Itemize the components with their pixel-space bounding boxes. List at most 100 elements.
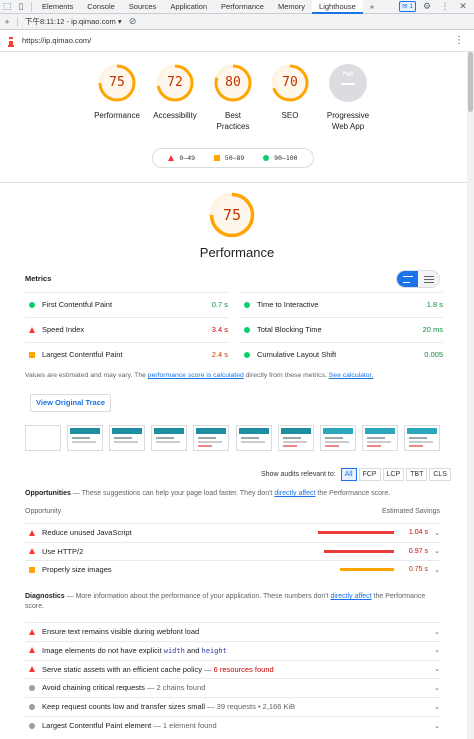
filmstrip-frame xyxy=(193,425,230,451)
tab-console[interactable]: Console xyxy=(80,0,122,14)
filter-chip-fcp[interactable]: FCP xyxy=(358,468,381,481)
gauge-label: SEO xyxy=(281,111,299,120)
gauge-pwa[interactable]: PWA Progressive Web App xyxy=(318,64,378,132)
metrics-note-prefix: Values are estimated and may vary. The xyxy=(25,372,148,379)
chevron-down-icon[interactable]: ⌄ xyxy=(428,703,440,711)
gear-icon[interactable]: ⚙ xyxy=(420,0,434,14)
opportunities-desc-end: the Performance score. xyxy=(315,490,391,497)
diagnostic-row[interactable]: Largest Contentful Paint element — 1 ele… xyxy=(25,716,440,734)
diagnostic-detail: 1 element found xyxy=(162,721,217,730)
clear-icon[interactable]: ⊘ xyxy=(126,15,140,29)
opportunity-row[interactable]: Reduce unused JavaScript 1.04 s ⌄ xyxy=(25,523,440,541)
diagnostic-title: Largest Contentful Paint element — 1 ele… xyxy=(39,721,428,730)
tab-lighthouse[interactable]: Lighthouse xyxy=(312,0,363,14)
status-indicator xyxy=(25,326,39,333)
opportunity-row[interactable]: Use HTTP/2 0.97 s ⌄ xyxy=(25,541,440,560)
gauge-seo[interactable]: 70 SEO xyxy=(260,64,320,121)
scrollbar[interactable] xyxy=(467,52,474,739)
chevron-down-icon[interactable]: ⌄ xyxy=(428,566,440,574)
metric-value: 0.005 xyxy=(424,350,443,359)
pass-circle-icon xyxy=(244,301,250,308)
device-toggle-icon[interactable]: ▯ xyxy=(14,0,28,14)
opportunities-columns: Opportunity Estimated Savings xyxy=(25,508,440,515)
diagnostic-title: Ensure text remains visible during webfo… xyxy=(39,627,428,636)
filmstrip-frame xyxy=(235,425,272,451)
kebab-menu-icon[interactable]: ⋮ xyxy=(438,0,452,14)
diagnostic-title-text: Largest Contentful Paint element xyxy=(42,721,152,730)
status-indicator xyxy=(25,703,39,710)
diagnostic-row[interactable]: Image elements do not have explicit widt… xyxy=(25,640,440,659)
score-calculated-link[interactable]: performance score is calculated xyxy=(148,372,244,379)
compact-view-button[interactable] xyxy=(397,271,418,287)
filter-chip-lcp[interactable]: LCP xyxy=(382,468,405,481)
diagnostic-row[interactable]: Keep request counts low and transfer siz… xyxy=(25,697,440,715)
filter-chip-tbt[interactable]: TBT xyxy=(406,468,428,481)
chevron-down-icon[interactable]: ⌄ xyxy=(428,547,440,555)
toolbar-divider xyxy=(17,16,18,27)
chevron-down-icon[interactable]: ⌄ xyxy=(428,628,440,636)
pwa-badge-text: PWA xyxy=(342,71,354,78)
chevron-down-icon[interactable]: ⌄ xyxy=(428,646,440,654)
chevron-down-icon[interactable]: ⌄ xyxy=(428,684,440,692)
view-original-trace-button[interactable]: View Original Trace xyxy=(30,394,112,412)
tab-performance[interactable]: Performance xyxy=(214,0,271,14)
gauge-best-practices[interactable]: 80 Best Practices xyxy=(203,64,263,132)
status-indicator xyxy=(25,628,39,635)
gauge-label: Best Practices xyxy=(216,111,250,131)
chevron-down-icon[interactable]: ⌄ xyxy=(428,665,440,673)
average-square-icon xyxy=(29,351,35,358)
filter-chip-all[interactable]: All xyxy=(340,468,357,481)
gauge-score: 80 xyxy=(225,75,241,90)
directly-affect-link[interactable]: directly affect xyxy=(274,490,315,497)
report-url[interactable]: https://ip.qimao.com/ xyxy=(22,36,91,45)
tab-sources[interactable]: Sources xyxy=(122,0,164,14)
status-indicator xyxy=(240,326,254,333)
opportunities-header: Opportunities — These suggestions can he… xyxy=(25,489,445,499)
chevron-down-icon[interactable]: ⌄ xyxy=(428,722,440,730)
see-calculator-link[interactable]: See calculator. xyxy=(329,372,374,379)
opportunity-title: Properly size images xyxy=(42,565,112,574)
metrics-view-toggle[interactable] xyxy=(396,270,440,288)
issues-badge[interactable]: ✉ 1 xyxy=(399,1,416,12)
report-selector[interactable]: 下午8:11:12 - ip.qimao.com ▾ xyxy=(21,16,126,27)
tab-application[interactable]: Application xyxy=(163,0,214,14)
close-icon[interactable]: ✕ xyxy=(456,0,470,14)
gauge-accessibility[interactable]: 72 Accessibility xyxy=(145,64,205,121)
lighthouse-logo-icon xyxy=(8,36,14,47)
report-selector-label: 下午8:11:12 - ip.qimao.com xyxy=(25,17,116,26)
opportunity-row[interactable]: Properly size images 0.75 s ⌄ xyxy=(25,560,440,578)
diagnostic-title: Image elements do not have explicit widt… xyxy=(39,646,428,655)
new-report-icon[interactable]: + xyxy=(0,15,14,29)
filter-chip-cls[interactable]: CLS xyxy=(429,468,451,481)
metric-name: Speed Index xyxy=(42,325,85,334)
tab-elements[interactable]: Elements xyxy=(35,0,80,14)
category-gauges: 75 Performance 72 Accessibility 80 Best … xyxy=(90,64,390,144)
expanded-view-button[interactable] xyxy=(418,271,439,287)
status-indicator xyxy=(240,351,254,358)
gauge-score: 70 xyxy=(282,75,298,90)
filter-label: Show audits relevant to: xyxy=(261,471,336,478)
metrics-note: Values are estimated and may vary. The p… xyxy=(25,372,373,379)
inspect-element-icon[interactable]: ⬚ xyxy=(0,0,14,14)
directly-affect-link[interactable]: directly affect xyxy=(330,593,371,600)
status-indicator xyxy=(25,722,39,729)
more-tabs-button[interactable]: » xyxy=(363,0,381,14)
score-legend: 0–49 50–89 90–100 xyxy=(152,148,314,168)
diagnostic-row[interactable]: Serve static assets with an efficient ca… xyxy=(25,659,440,678)
pwa-badge-icon: PWA xyxy=(329,64,367,102)
filmstrip-frame xyxy=(361,425,398,451)
diagnostic-row[interactable]: Avoid chaining critical requests — 2 cha… xyxy=(25,678,440,696)
legend-pass: 90–100 xyxy=(263,154,298,162)
scrollbar-thumb[interactable] xyxy=(468,52,473,112)
filmstrip-frame xyxy=(403,425,440,451)
status-indicator xyxy=(25,684,39,691)
metric-name: Cumulative Layout Shift xyxy=(257,350,337,359)
chevron-down-icon[interactable]: ⌄ xyxy=(428,529,440,537)
report-menu-icon[interactable]: ⋮ xyxy=(454,35,464,46)
gauge-performance[interactable]: 75 Performance xyxy=(87,64,147,121)
filmstrip-frame xyxy=(109,425,146,451)
diagnostic-row[interactable]: Ensure text remains visible during webfo… xyxy=(25,622,440,640)
tab-memory[interactable]: Memory xyxy=(271,0,312,14)
status-indicator xyxy=(25,529,39,536)
status-indicator xyxy=(25,566,39,573)
